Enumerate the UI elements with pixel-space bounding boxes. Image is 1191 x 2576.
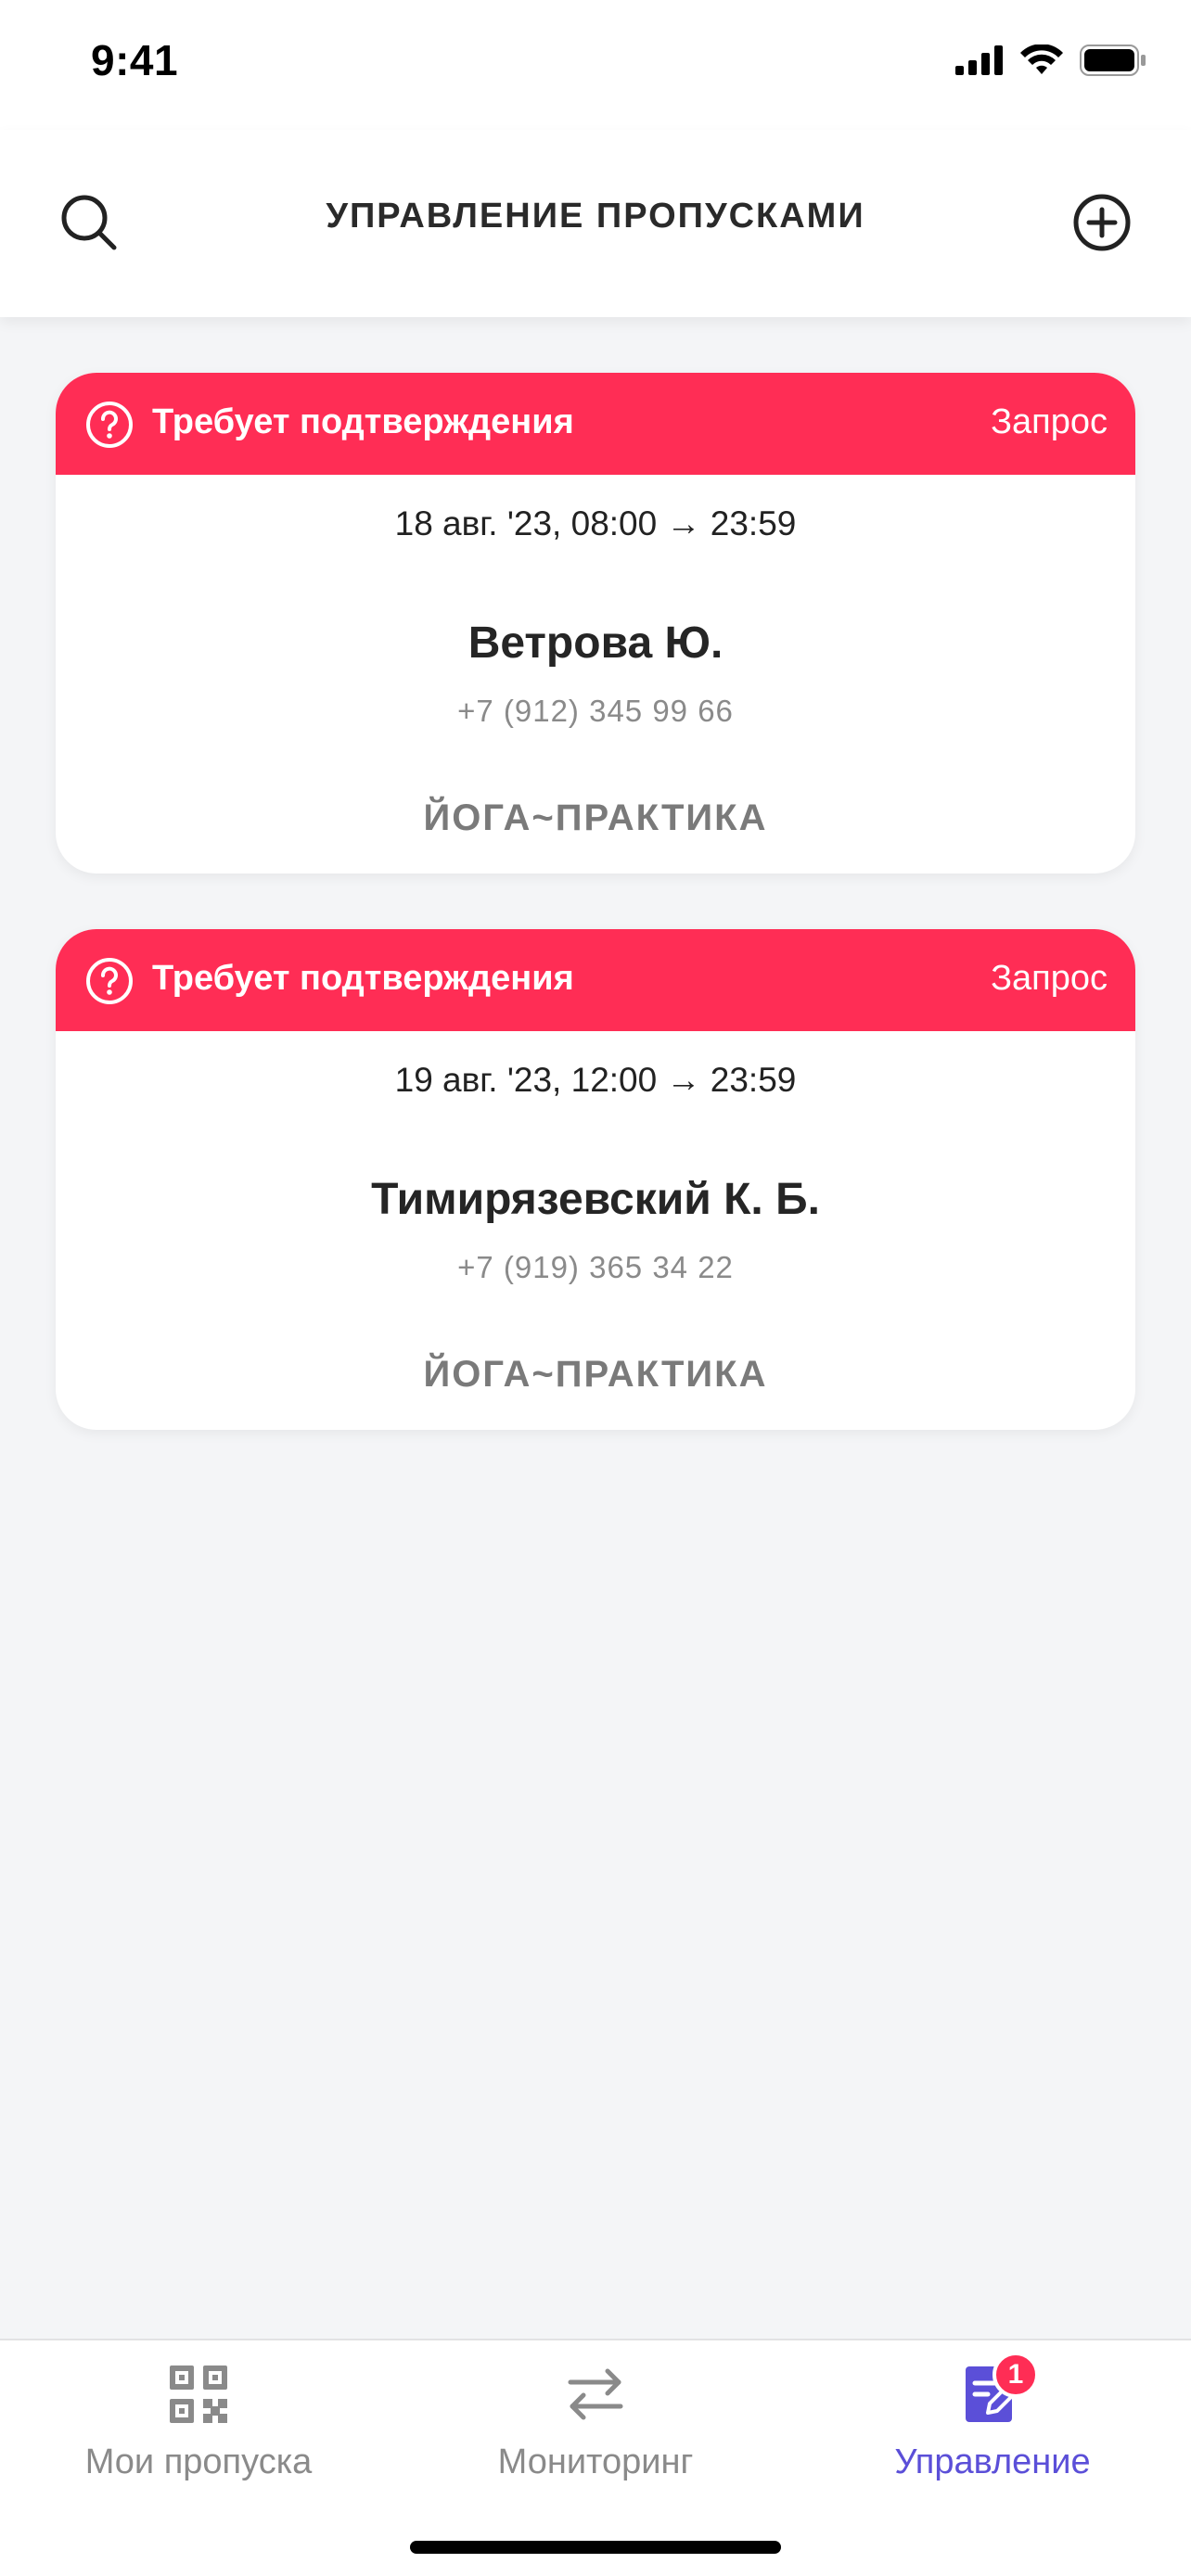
tab-management[interactable]: 1 Управление — [794, 2352, 1191, 2496]
visitor-phone: +7 (919) 365 34 22 — [457, 1250, 734, 1284]
transfer-arrows-icon — [558, 2357, 633, 2431]
question-circle-icon — [86, 958, 133, 1004]
edit-document-icon: 1 — [955, 2352, 1039, 2431]
pass-status-band: Требует подтверждения Запрос — [56, 373, 1135, 475]
pass-status: Требует подтверждения — [152, 959, 574, 998]
pass-date: 18 авг. '23, 08:00 → 23:59 — [394, 504, 797, 542]
pass-status-band: Требует подтверждения Запрос — [56, 929, 1135, 1031]
visitor-name: Ветрова Ю. — [467, 618, 724, 668]
pass-type: Запрос — [991, 959, 1108, 998]
cellular-signal-icon — [955, 45, 1003, 75]
notification-badge: 1 — [992, 2352, 1039, 2398]
battery-icon — [1080, 45, 1146, 76]
qr-code-icon — [161, 2357, 236, 2431]
status-icons — [955, 45, 1146, 76]
tab-label: Управление — [894, 2442, 1091, 2481]
pass-card[interactable]: Требует подтверждения Запрос 18 авг. '23… — [56, 373, 1135, 874]
pass-card[interactable]: Требует подтверждения Запрос 19 авг. '23… — [56, 929, 1135, 1430]
status-time: 9:41 — [91, 36, 179, 84]
visitor-phone: +7 (912) 345 99 66 — [457, 694, 734, 728]
home-indicator — [410, 2541, 781, 2554]
pass-zone: ЙОГА~ПРАКТИКА — [423, 797, 768, 838]
pass-type: Запрос — [991, 402, 1108, 441]
add-pass-button[interactable] — [1065, 185, 1139, 260]
status-bar: 9:41 — [0, 0, 1191, 130]
tab-monitoring[interactable]: Мониторинг — [397, 2357, 794, 2496]
app-header: УПРАВЛЕНИЕ ПРОПУСКАМИ — [0, 130, 1191, 317]
wifi-icon — [1020, 45, 1063, 74]
visitor-name: Тимирязевский К. Б. — [371, 1175, 820, 1224]
add-circle-icon — [1073, 194, 1131, 251]
pass-date: 19 авг. '23, 12:00 → 23:59 — [394, 1061, 797, 1099]
tab-label: Мониторинг — [497, 2442, 694, 2481]
pass-status: Требует подтверждения — [152, 402, 574, 441]
tab-label: Мои пропуска — [84, 2442, 313, 2481]
question-circle-icon — [86, 402, 133, 448]
screen: 9:41 УПРАВЛЕНИЕ ПРОПУСКАМИ Требует подтв… — [0, 0, 1191, 2576]
tab-my-passes[interactable]: Мои пропуска — [0, 2357, 397, 2496]
pass-zone: ЙОГА~ПРАКТИКА — [423, 1354, 768, 1395]
page-title: УПРАВЛЕНИЕ ПРОПУСКАМИ — [326, 197, 865, 236]
